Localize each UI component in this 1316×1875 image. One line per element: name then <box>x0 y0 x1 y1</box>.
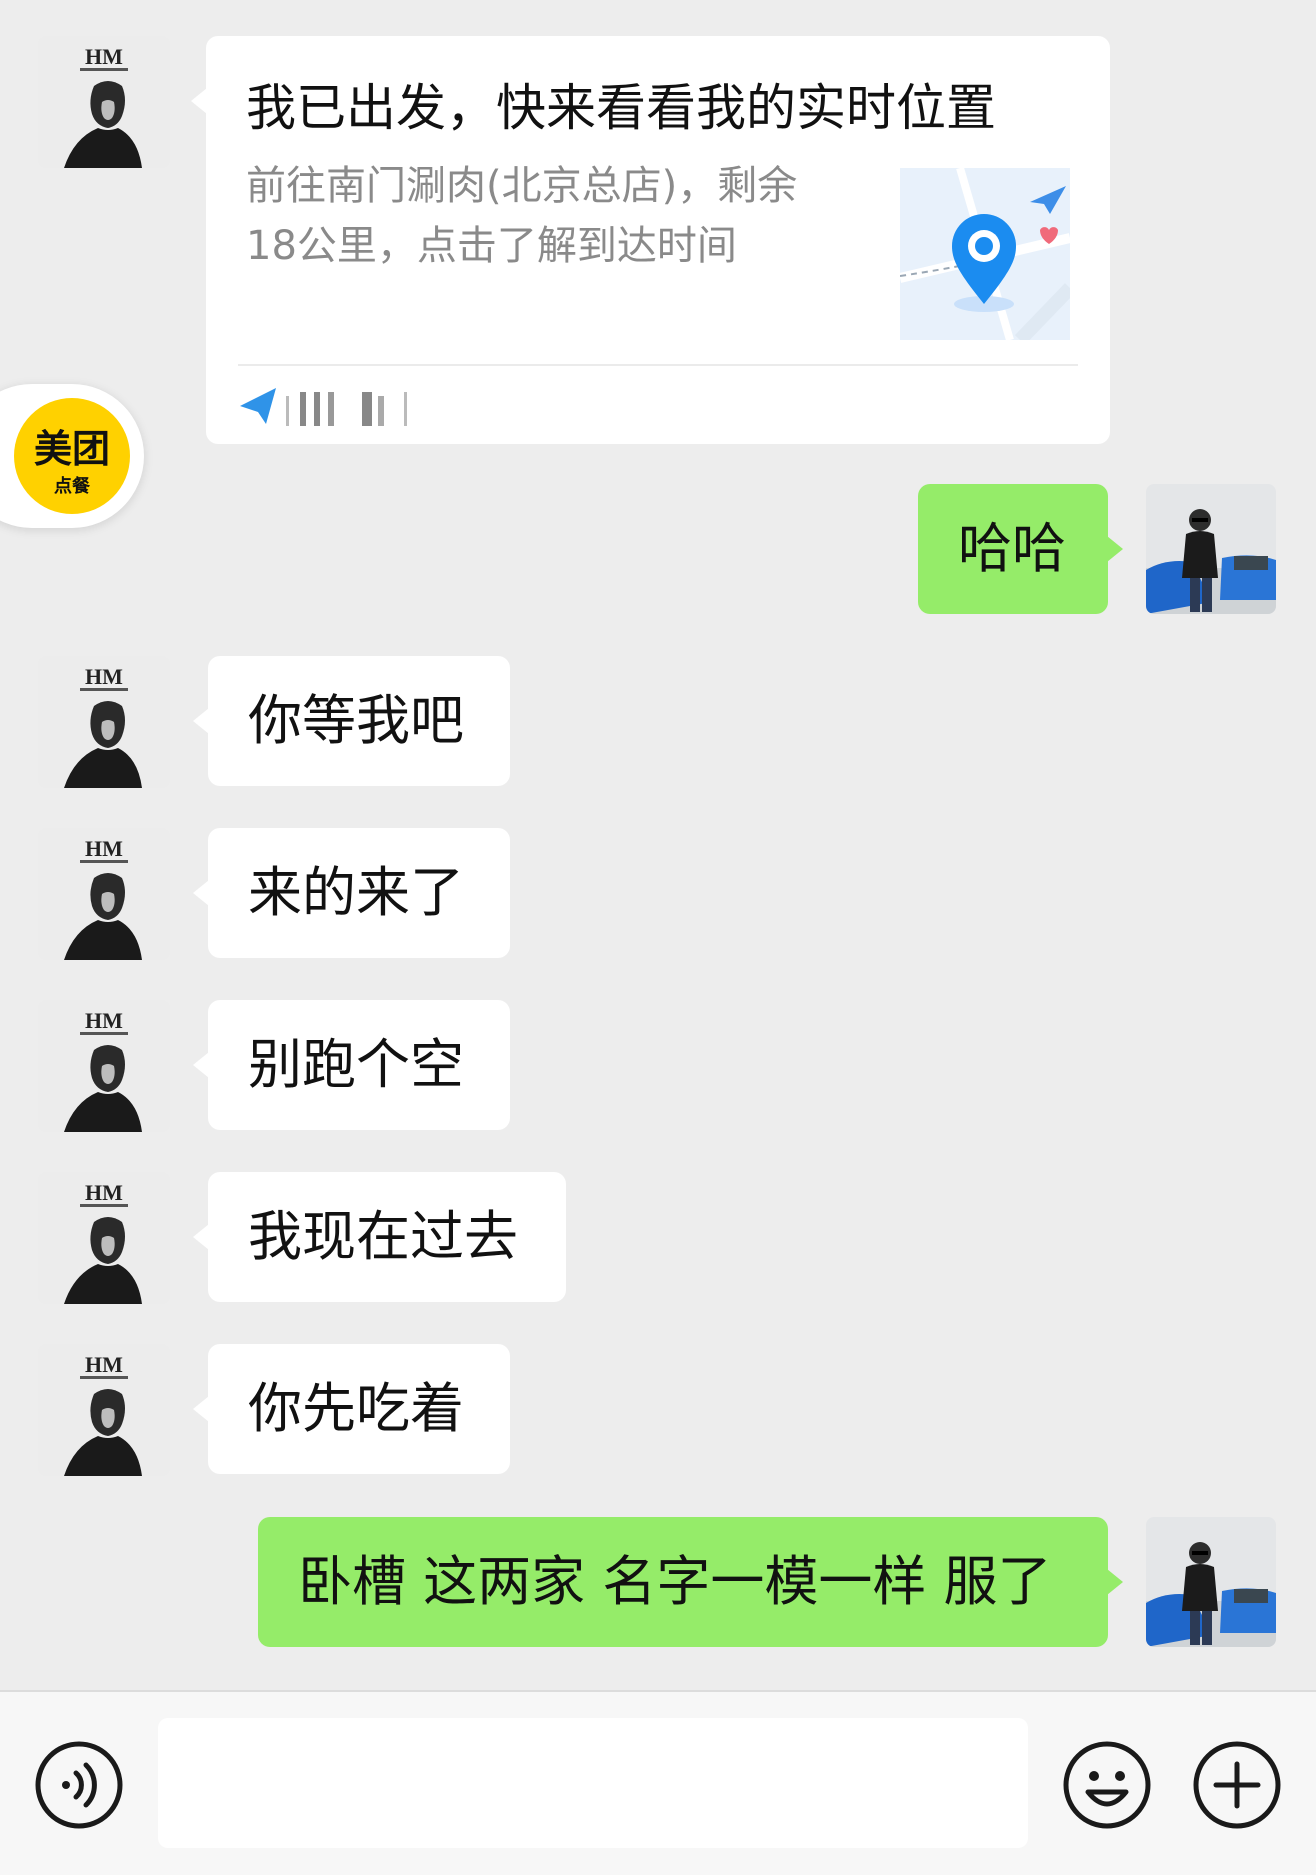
message-bubble-sent[interactable]: 卧槽 这两家 名字一模一样 服了 <box>258 1517 1123 1647</box>
chat-input-bar <box>0 1690 1316 1875</box>
contact-avatar[interactable] <box>38 656 170 788</box>
card-source-bar <box>238 384 538 432</box>
location-card-title: 我已出发，快来看看我的实时位置 <box>246 79 996 137</box>
meituan-logo: 美团 点餐 <box>14 398 130 514</box>
contact-avatar[interactable] <box>38 36 170 168</box>
user-avatar[interactable] <box>1146 484 1276 614</box>
voice-icon[interactable] <box>34 1740 124 1830</box>
message-bubble-received[interactable]: 你等我吧 <box>193 656 510 786</box>
contact-avatar[interactable] <box>38 1344 170 1476</box>
location-card-description: 前往南门涮肉(北京总店)，剩余18公里，点击了解到达时间 <box>246 163 798 269</box>
plus-icon[interactable] <box>1192 1740 1282 1830</box>
message-input[interactable] <box>158 1718 1028 1848</box>
card-divider <box>238 364 1078 366</box>
meituan-floating-badge[interactable]: 美团 点餐 <box>0 384 144 528</box>
contact-avatar[interactable] <box>38 1172 170 1304</box>
contact-avatar[interactable] <box>38 828 170 960</box>
message-bubble-received[interactable]: 我现在过去 <box>193 1172 566 1302</box>
contact-avatar[interactable] <box>38 1000 170 1132</box>
map-thumbnail <box>900 168 1070 340</box>
emoji-icon[interactable] <box>1062 1740 1152 1830</box>
location-card[interactable]: 我已出发，快来看看我的实时位置 前往南门涮肉(北京总店)，剩余18公里，点击了解… <box>191 36 1110 444</box>
message-bubble-received[interactable]: 别跑个空 <box>193 1000 510 1130</box>
user-avatar[interactable] <box>1146 1517 1276 1647</box>
message-bubble-sent[interactable]: 哈哈 <box>918 484 1123 614</box>
message-bubble-received[interactable]: 你先吃着 <box>193 1344 510 1474</box>
message-bubble-received[interactable]: 来的来了 <box>193 828 510 958</box>
send-plane-icon <box>240 388 276 424</box>
